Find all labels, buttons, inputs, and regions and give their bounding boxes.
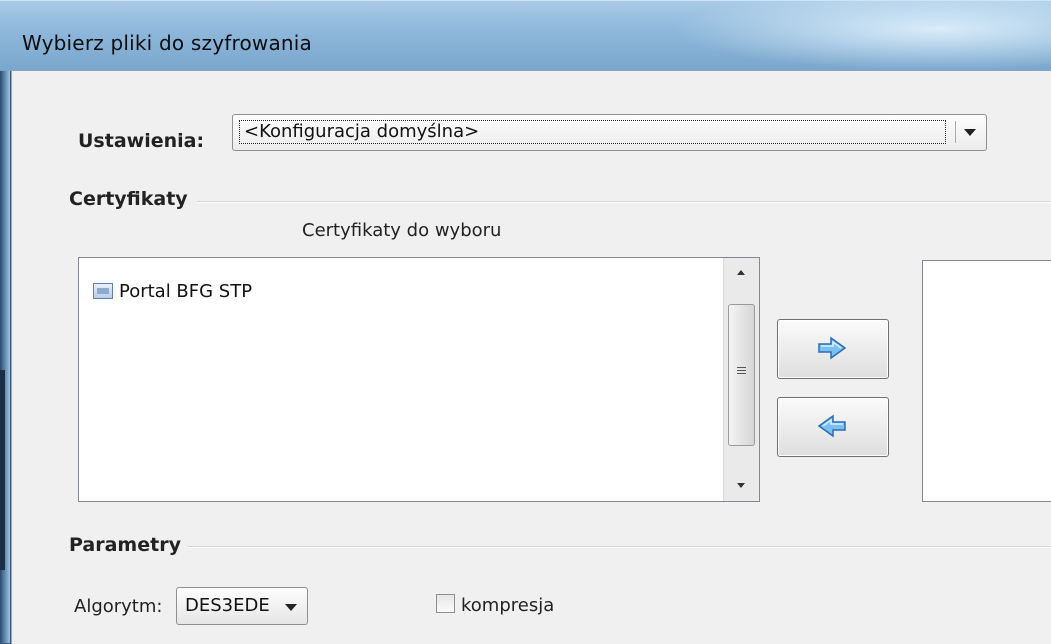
- grip-icon: [737, 367, 746, 376]
- window-title: Wybierz pliki do szyfrowania: [22, 31, 313, 55]
- remove-certificate-button[interactable]: [777, 397, 889, 457]
- algorithm-dropdown[interactable]: DES3EDE: [176, 587, 308, 625]
- certificates-group-title: Certyfikaty: [69, 188, 188, 210]
- arrow-right-icon: [818, 336, 847, 360]
- vertical-scrollbar[interactable]: [723, 258, 759, 501]
- settings-dropdown-value: <Konfiguracja domyślna>: [239, 120, 946, 144]
- compression-checkbox[interactable]: [436, 594, 455, 613]
- dropdown-separator: [955, 121, 956, 143]
- arrow-down-icon: [737, 483, 745, 488]
- parameters-group-line: [187, 546, 1051, 548]
- arrow-left-icon: [817, 414, 846, 438]
- list-item[interactable]: Portal BFG STP: [93, 280, 252, 302]
- algorithm-dropdown-value: DES3EDE: [185, 595, 270, 616]
- algorithm-label: Algorytm:: [74, 596, 163, 617]
- certificates-group-line: [197, 201, 1051, 203]
- chevron-down-icon[interactable]: [964, 129, 976, 136]
- window-left-frame: [0, 0, 10, 643]
- window-titlebar[interactable]: Wybierz pliki do szyfrowania: [0, 0, 1051, 71]
- settings-label: Ustawienia:: [78, 130, 205, 152]
- dialog-client-area: Ustawienia: <Konfiguracja domyślna> Cert…: [11, 70, 1051, 644]
- scroll-thumb[interactable]: [728, 304, 755, 446]
- available-certificates-caption: Certyfikaty do wyboru: [302, 220, 502, 241]
- parameters-group-title: Parametry: [69, 534, 181, 556]
- list-item-label: Portal BFG STP: [119, 280, 253, 302]
- certificate-icon: [93, 283, 113, 299]
- arrow-up-icon: [737, 270, 745, 275]
- scroll-up-button[interactable]: [724, 258, 759, 290]
- titlebar-glow: [671, 1, 1051, 71]
- available-certificates-list[interactable]: Portal BFG STP: [78, 257, 760, 502]
- compression-label[interactable]: kompresja: [461, 595, 554, 616]
- frame-shadow: [0, 370, 5, 570]
- scroll-down-button[interactable]: [724, 469, 759, 501]
- add-certificate-button[interactable]: [777, 319, 889, 379]
- settings-dropdown[interactable]: <Konfiguracja domyślna>: [232, 114, 987, 151]
- selected-certificates-list[interactable]: [922, 260, 1051, 502]
- chevron-down-icon[interactable]: [285, 604, 297, 611]
